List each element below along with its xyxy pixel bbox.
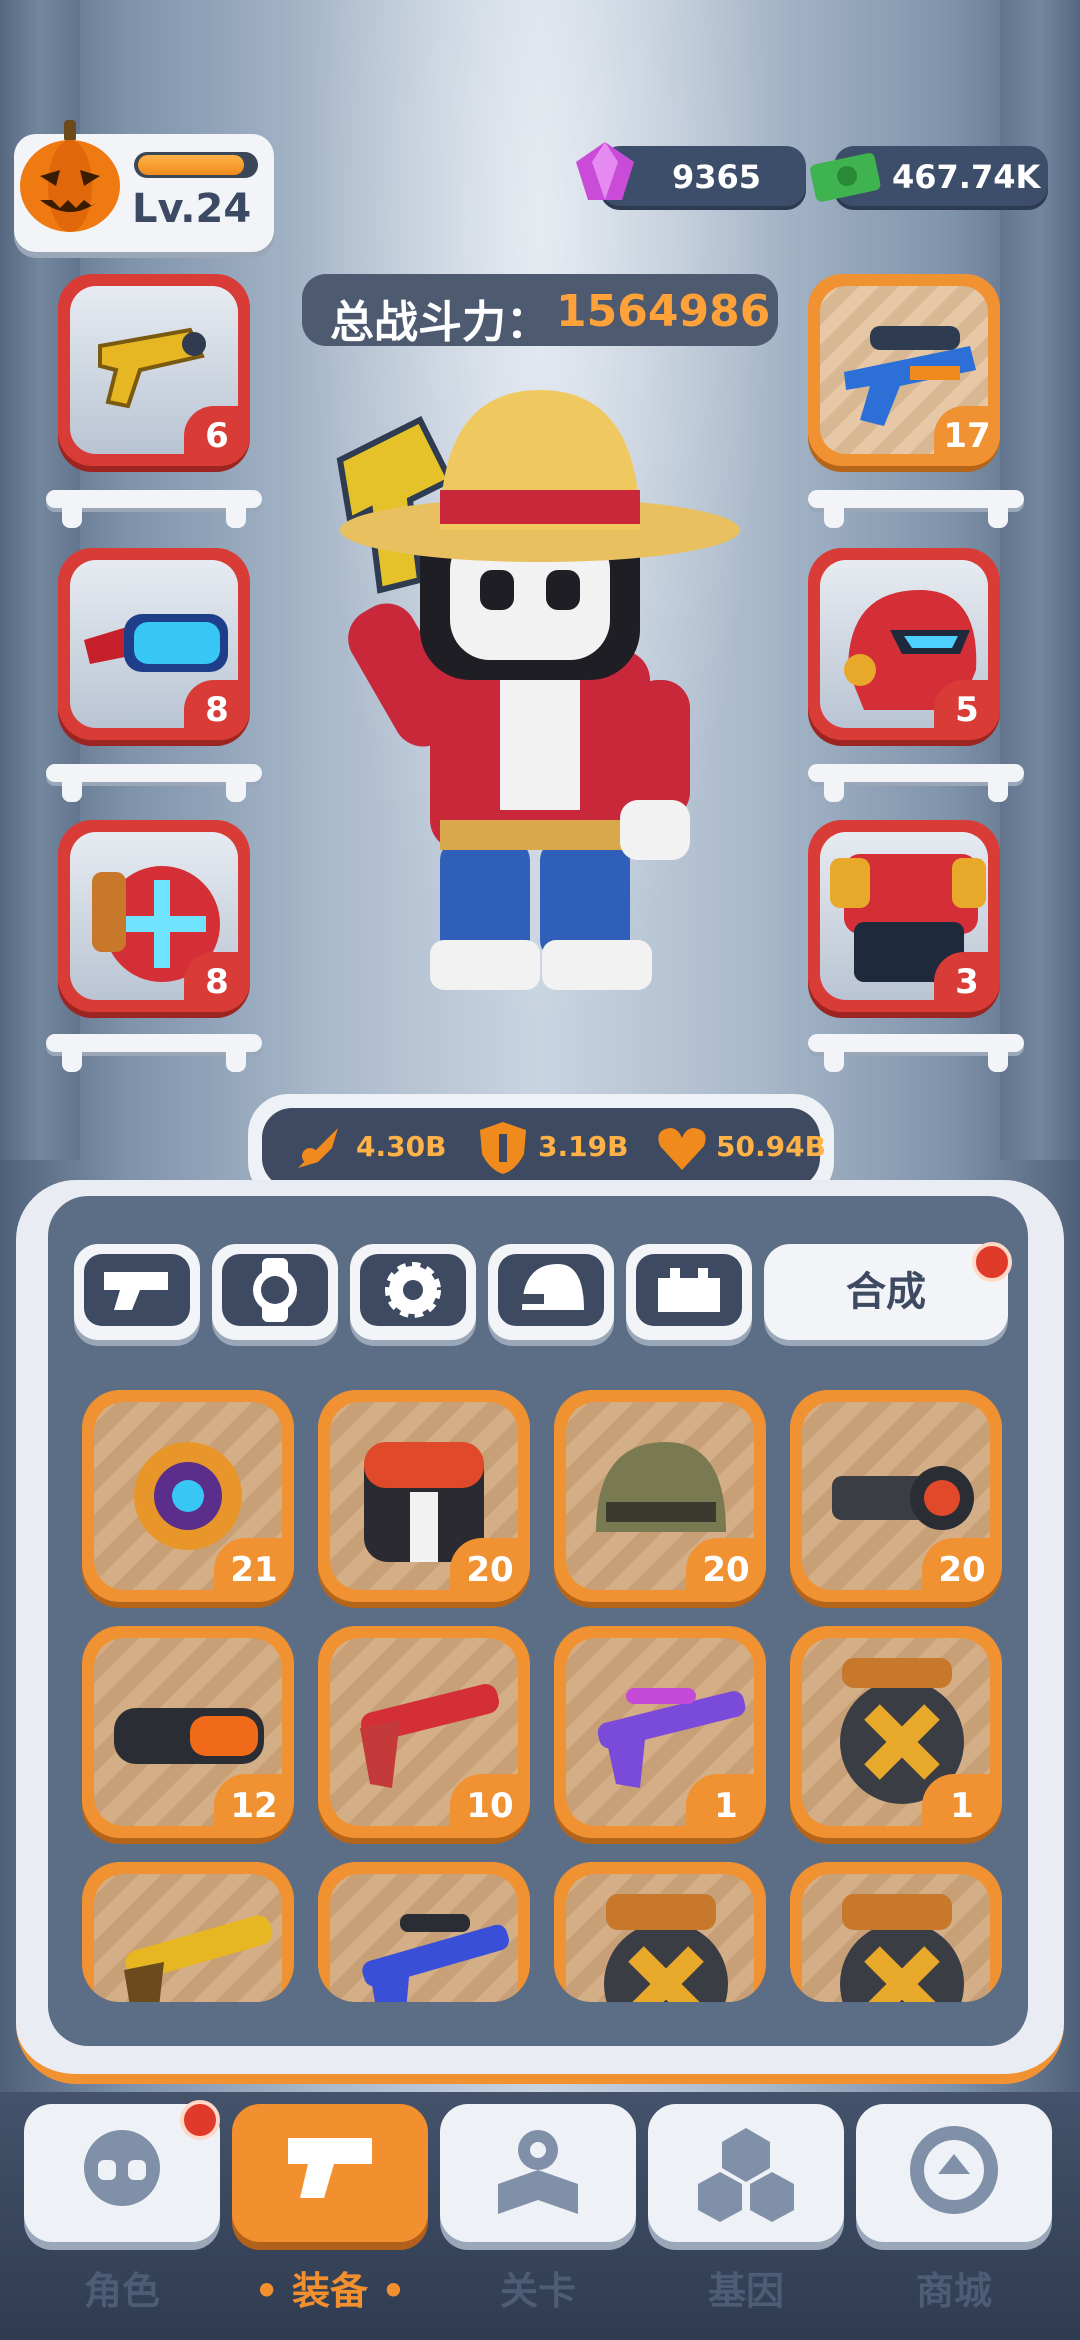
health-icon (658, 1128, 706, 1170)
equip-slot-weapon[interactable]: 6 (58, 274, 250, 466)
tab-gear[interactable] (350, 1244, 476, 1340)
golden-shotgun-icon (124, 1915, 273, 2002)
ammo-drum-3-icon (840, 1894, 964, 2002)
tab-helmet[interactable] (488, 1244, 614, 1340)
gun-icon (288, 2138, 372, 2198)
nav-label: 商城 (915, 2269, 992, 2313)
watch-icon (253, 1258, 297, 1322)
inventory-item-purple-watch[interactable]: 21 (82, 1390, 294, 1602)
item-count: 8 (184, 952, 250, 1012)
defense-icon (480, 1122, 526, 1174)
nav-gun[interactable] (232, 2104, 428, 2242)
inventory-item-army-helmet[interactable]: 20 (554, 1390, 766, 1602)
defense-value: 3.19B (538, 1130, 629, 1163)
inventory-item-blue-sniper[interactable] (318, 1862, 530, 2002)
player-character (330, 380, 770, 1024)
nav-label: 角色 (83, 2269, 160, 2313)
item-count: 10 (450, 1774, 530, 1838)
equip-slot-ammo[interactable]: 8 (58, 820, 250, 1012)
attack-value: 4.30B (356, 1130, 447, 1163)
shop-icon (910, 2126, 998, 2214)
attack-icon (298, 1128, 338, 1168)
ammo-drum-2-icon (604, 1894, 728, 2002)
nav-map[interactable] (440, 2104, 636, 2242)
item-count: 3 (934, 952, 1000, 1012)
item-count: 5 (934, 680, 1000, 740)
inventory-item-ammo-drum-2[interactable] (554, 1862, 766, 2002)
inventory-item-golden-shotgun[interactable] (82, 1862, 294, 2002)
equip-slot-gun[interactable]: 17 (808, 274, 1000, 466)
inventory-item-red-shotgun[interactable]: 10 (318, 1626, 530, 1838)
item-count: 6 (184, 406, 250, 466)
shelf (46, 764, 262, 802)
skull-icon (84, 2130, 160, 2206)
inventory-item-purple-rifle[interactable]: 1 (554, 1626, 766, 1838)
nav-label: • 装备 • (254, 2269, 406, 2313)
equip-slot-goggles[interactable]: 8 (58, 548, 250, 740)
equip-slot-helmet[interactable]: 5 (808, 548, 1000, 740)
hexagon-icon (698, 2128, 794, 2222)
shelf (46, 1034, 262, 1072)
cash-icon (808, 148, 886, 208)
blue-sniper-icon (362, 1914, 509, 2002)
item-count: 1 (686, 1774, 766, 1838)
cash-count: 467.74K (892, 158, 1041, 196)
merge-notification-dot (972, 1242, 1012, 1282)
map-icon (498, 2130, 578, 2214)
gem-icon (570, 138, 640, 212)
tab-armor[interactable] (626, 1244, 752, 1340)
total-power: 总战斗力： 1564986 (302, 274, 778, 348)
nav-shop[interactable] (856, 2104, 1052, 2242)
helmet-icon (518, 1264, 584, 1310)
xp-bar-fill (138, 155, 244, 175)
item-count: 8 (184, 680, 250, 740)
gear-icon (385, 1262, 441, 1318)
shelf (808, 1034, 1024, 1072)
item-count: 17 (934, 406, 1000, 466)
tab-watch[interactable] (212, 1244, 338, 1340)
inventory-item-orange-goggles[interactable]: 12 (82, 1626, 294, 1838)
gun-icon (104, 1272, 168, 1310)
tab-weapon[interactable] (74, 1244, 200, 1340)
shelf (46, 490, 262, 528)
nav-hexagon[interactable] (648, 2104, 844, 2242)
inventory-item-ammo-drum-3[interactable] (790, 1862, 1002, 2002)
nav-label: 关卡 (499, 2269, 576, 2313)
inventory-item-mr-bones-vest[interactable]: 20 (318, 1390, 530, 1602)
character-notification-dot (180, 2100, 220, 2140)
shelf (808, 764, 1024, 802)
shelf (808, 490, 1024, 528)
pumpkin-avatar-icon[interactable] (18, 120, 122, 238)
item-count: 20 (922, 1538, 1002, 1602)
equip-slot-armor[interactable]: 3 (808, 820, 1000, 1012)
gem-count: 9365 (672, 158, 762, 196)
item-count: 1 (922, 1774, 1002, 1838)
inventory-item-ammo-drum-dark[interactable]: 1 (790, 1626, 1002, 1838)
armor-icon (658, 1268, 720, 1312)
item-count: 21 (214, 1538, 294, 1602)
item-count: 12 (214, 1774, 294, 1838)
power-value: 1564986 (556, 286, 771, 337)
item-count: 20 (450, 1538, 530, 1602)
power-label: 总战斗力： (330, 297, 550, 348)
inventory-item-scope[interactable]: 20 (790, 1390, 1002, 1602)
player-level: Lv.24 (132, 186, 252, 232)
nav-label: 基因 (707, 2269, 784, 2313)
health-value: 50.94B (716, 1130, 826, 1163)
item-count: 20 (686, 1538, 766, 1602)
